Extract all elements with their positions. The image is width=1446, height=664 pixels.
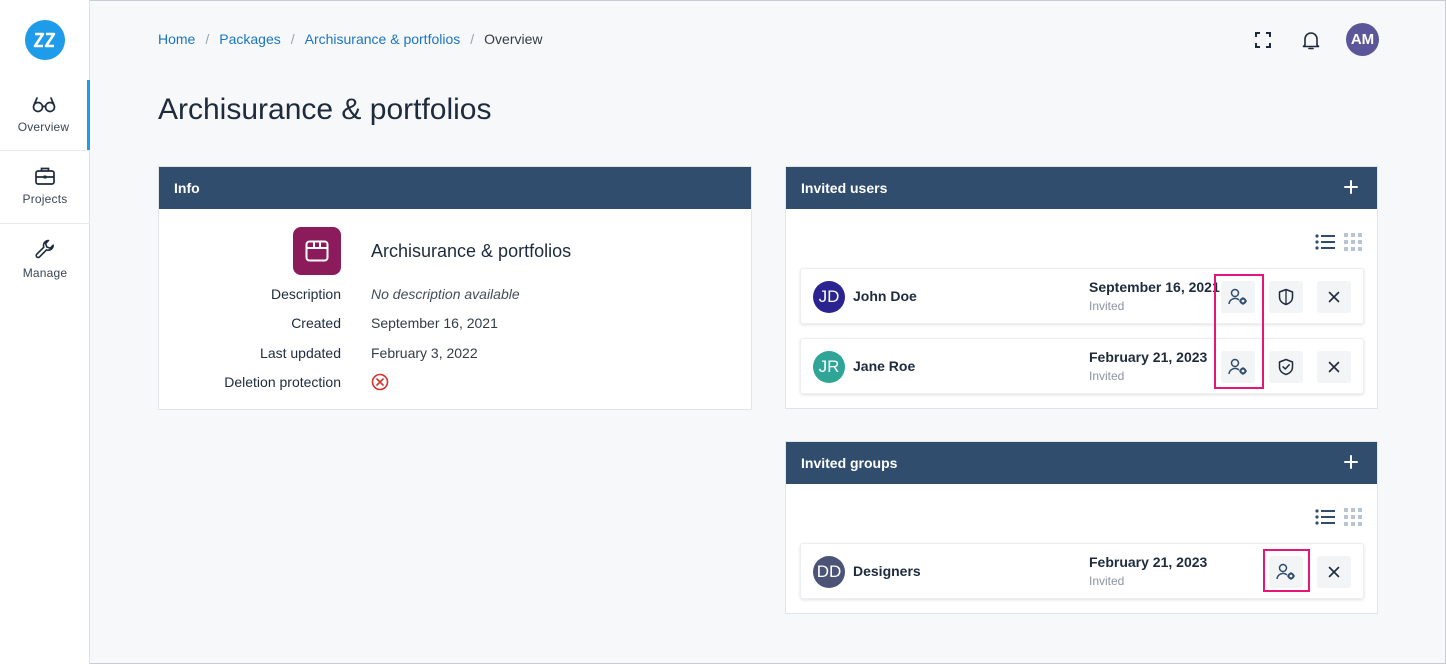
group-name: Designers [853, 563, 921, 579]
app-logo[interactable] [25, 20, 65, 60]
user-list-item: JR Jane Roe February 21, 2023 Invited [800, 338, 1364, 394]
info-panel-body: Archisurance & portfolios Description No… [159, 209, 751, 409]
wrench-icon [35, 239, 54, 259]
breadcrumb-package[interactable]: Archisurance & portfolios [305, 31, 461, 47]
info-row-deletion-protection: Deletion protection [159, 373, 749, 394]
highlight-box [1214, 274, 1264, 389]
list-view-icon [1315, 509, 1335, 525]
fullscreen-button[interactable] [1251, 28, 1275, 52]
breadcrumb-separator: / [205, 31, 210, 47]
invite-status: Invited [1089, 299, 1125, 313]
info-key: Description [270, 286, 341, 302]
shield-check-icon [1278, 358, 1294, 376]
invite-status: Invited [1089, 369, 1125, 383]
list-view-button[interactable] [1315, 232, 1335, 252]
shield-icon [1278, 288, 1294, 306]
grid-view-button[interactable] [1343, 232, 1363, 252]
list-view-icon [1315, 234, 1335, 250]
sidebar-item-overview[interactable]: Overview [0, 80, 90, 150]
close-icon [1328, 291, 1340, 303]
info-key: Last updated [260, 345, 341, 361]
sidebar-item-label: Projects [22, 192, 68, 206]
sidebar-item-projects[interactable]: Projects [0, 151, 90, 221]
invited-groups-panel: Invited groups DD Designers February 21,… [785, 441, 1378, 614]
invite-date: February 21, 2023 [1089, 554, 1208, 570]
user-protection-button[interactable] [1269, 281, 1303, 313]
highlight-box [1263, 549, 1310, 592]
info-row-last-updated: Last updated February 3, 2022 [159, 345, 749, 365]
package-icon-tile [293, 227, 341, 275]
close-icon [1328, 361, 1340, 373]
x-circle-icon [371, 373, 389, 391]
glasses-icon [32, 97, 55, 113]
add-group-plus-icon[interactable] [1342, 453, 1360, 471]
package-name: Archisurance & portfolios [371, 241, 572, 261]
invite-status: Invited [1089, 574, 1125, 588]
user-protection-button[interactable] [1269, 351, 1303, 383]
user-avatar-jd: JD [813, 281, 845, 313]
invited-users-panel: Invited users JD John Doe September 16, … [785, 166, 1378, 409]
invited-users-header: Invited users [786, 167, 1377, 209]
users-view-toggle [1315, 232, 1363, 252]
user-avatar[interactable]: AM [1346, 23, 1379, 56]
briefcase-icon [35, 167, 55, 185]
info-row-created: Created September 16, 2021 [159, 315, 749, 335]
user-list-item: JD John Doe September 16, 2021 Invited [800, 268, 1364, 324]
invited-groups-header: Invited groups [786, 442, 1377, 484]
info-panel-title: Info [174, 180, 200, 196]
breadcrumb-packages[interactable]: Packages [219, 31, 280, 47]
package-box-icon [305, 240, 329, 262]
info-key: Created [291, 315, 341, 331]
user-avatar-jr: JR [813, 351, 845, 383]
breadcrumb-home[interactable]: Home [158, 31, 195, 47]
bell-icon [1302, 32, 1320, 50]
add-user-plus-icon[interactable] [1342, 178, 1360, 196]
invite-date: February 21, 2023 [1089, 349, 1208, 365]
invited-groups-title: Invited groups [801, 455, 898, 471]
grid-view-icon [1344, 233, 1362, 251]
breadcrumb-separator: / [290, 31, 295, 47]
deletion-protection-status [371, 373, 389, 394]
info-key: Deletion protection [224, 374, 341, 390]
remove-user-button[interactable] [1317, 281, 1351, 313]
sidebar-item-manage[interactable]: Manage [0, 224, 90, 294]
breadcrumb: Home / Packages / Archisurance & portfol… [158, 31, 543, 47]
user-name: Jane Roe [853, 358, 916, 374]
grid-view-button[interactable] [1343, 507, 1363, 527]
breadcrumb-current: Overview [484, 31, 543, 47]
info-value: February 3, 2022 [371, 345, 478, 361]
fullscreen-icon [1255, 32, 1271, 48]
sidebar-item-label: Manage [22, 266, 68, 280]
invited-users-title: Invited users [801, 180, 888, 196]
remove-user-button[interactable] [1317, 351, 1351, 383]
close-icon [1328, 566, 1340, 578]
remove-group-button[interactable] [1317, 556, 1351, 588]
notifications-button[interactable] [1299, 28, 1323, 52]
invite-date: September 16, 2021 [1089, 279, 1220, 295]
sidebar-item-label: Overview [17, 120, 70, 134]
info-row-description: Description No description available [159, 286, 749, 306]
user-name: John Doe [853, 288, 917, 304]
info-value: No description available [371, 286, 520, 302]
groups-view-toggle [1315, 507, 1363, 527]
info-panel: Info Archisurance & portfolios Descripti… [158, 166, 752, 410]
sidebar: Overview Projects Manage [0, 0, 90, 664]
info-panel-header: Info [159, 167, 751, 209]
group-avatar-dd: DD [813, 556, 845, 588]
info-value: September 16, 2021 [371, 315, 498, 331]
page-title: Archisurance & portfolios [158, 93, 492, 126]
breadcrumb-separator: / [470, 31, 475, 47]
grid-view-icon [1344, 508, 1362, 526]
logo-mark-icon [33, 32, 56, 48]
list-view-button[interactable] [1315, 507, 1335, 527]
